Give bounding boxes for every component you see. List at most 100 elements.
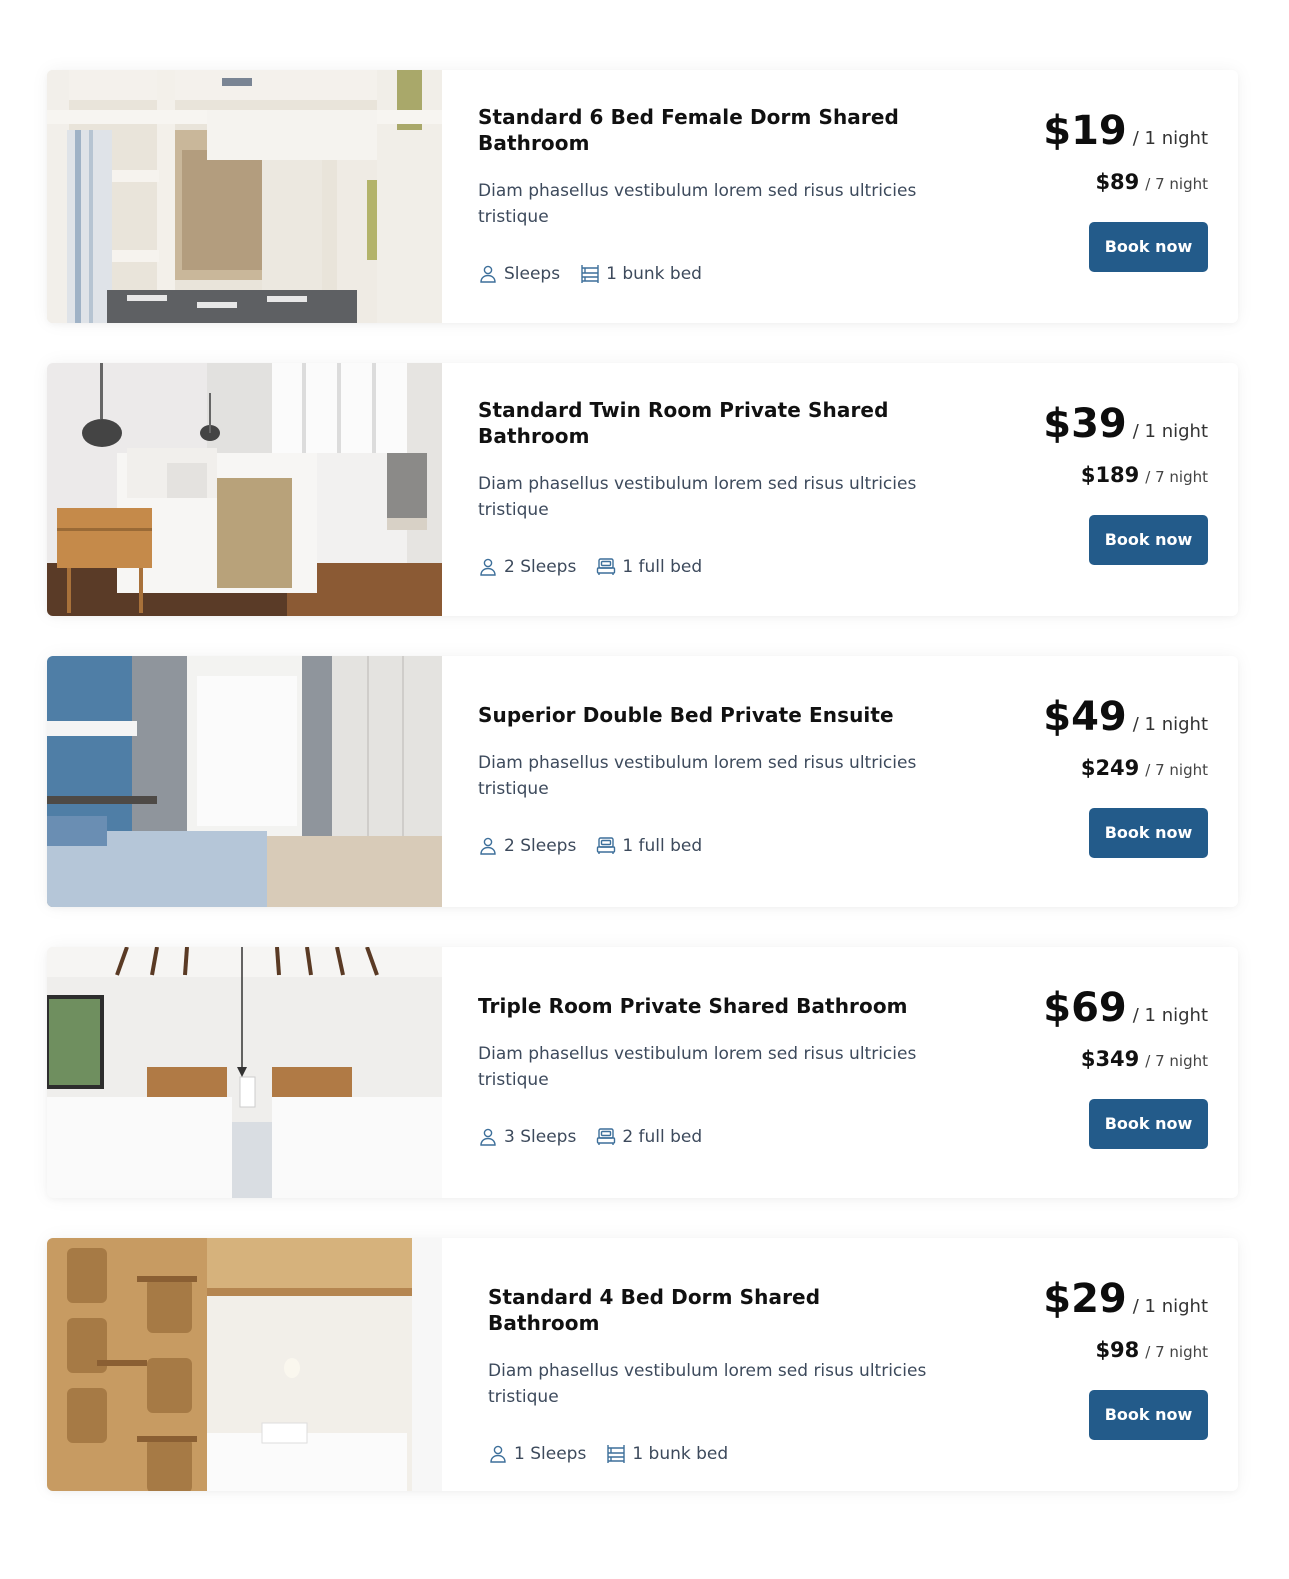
book-now-button[interactable]: Book now [1089,1390,1208,1440]
room-details: Triple Room Private Shared Bathroom Diam… [478,993,918,1147]
room-title[interactable]: Standard 4 Bed Dorm Shared Bathroom [488,1284,928,1336]
price-week: $189 [1080,463,1140,487]
sleeps-label: 1 Sleeps [514,1444,587,1464]
room-features: 2 Sleeps 1 full bed [478,557,918,577]
price-week-unit: / 7 night [1145,1343,1208,1361]
room-features: 2 Sleeps 1 full bed [478,836,918,856]
price-night-unit: / 1 night [1132,1005,1208,1026]
bed-label: 1 bunk bed [632,1444,729,1464]
room-details: Standard 6 Bed Female Dorm Shared Bathro… [478,104,918,284]
price-block: $69 / 1 night $349 / 7 night Book now [988,985,1208,1149]
price-night-unit: / 1 night [1132,128,1208,149]
bunk-bed-icon [607,1445,626,1463]
room-description: Diam phasellus vestibulum lorem sed risu… [478,753,917,799]
person-icon [480,558,496,576]
price-block: $29 / 1 night $98 / 7 night Book now [988,1276,1208,1440]
room-title[interactable]: Triple Room Private Shared Bathroom [478,993,918,1019]
room-title[interactable]: Standard 6 Bed Female Dorm Shared Bathro… [478,104,918,156]
room-photo-triple[interactable] [47,947,442,1198]
price-night-unit: / 1 night [1132,714,1208,735]
weekly-price: $189 / 7 night [988,463,1208,487]
price-week-unit: / 7 night [1145,468,1208,486]
room-photo-double[interactable] [47,656,442,907]
sleeps-label: Sleeps [504,264,561,284]
bunk-bed-icon [581,265,599,283]
sleeps-feature: 3 Sleeps [478,1127,576,1147]
full-bed-icon [597,837,616,854]
price-week-unit: / 7 night [1145,175,1208,193]
room-photo-twin[interactable] [47,363,442,616]
room-info: Standard 6 Bed Female Dorm Shared Bathro… [442,70,1238,323]
weekly-price: $98 / 7 night [988,1338,1208,1362]
room-features: 1 Sleeps 1 bunk bed [488,1444,928,1464]
book-now-button[interactable]: Book now [1089,515,1208,565]
room-card: Standard 6 Bed Female Dorm Shared Bathro… [47,70,1238,323]
price-night: $29 [1043,1276,1127,1322]
price-block: $49 / 1 night $249 / 7 night Book now [988,694,1208,858]
room-info: Standard Twin Room Private Shared Bathro… [442,363,1238,616]
price-night: $49 [1043,694,1127,740]
sleeps-label: 2 Sleeps [504,836,577,856]
room-photo-dorm-bunks[interactable] [47,70,442,323]
sleeps-label: 2 Sleeps [504,557,577,577]
room-card: Standard Twin Room Private Shared Bathro… [47,363,1238,616]
room-card: Triple Room Private Shared Bathroom Diam… [47,947,1238,1198]
price-week: $249 [1080,756,1140,780]
weekly-price: $249 / 7 night [988,756,1208,780]
room-description: Diam phasellus vestibulum lorem sed risu… [478,1044,917,1090]
book-now-button[interactable]: Book now [1089,808,1208,858]
sleeps-label: 3 Sleeps [504,1127,577,1147]
sleeps-feature: Sleeps [478,264,560,284]
room-details: Superior Double Bed Private Ensuite Diam… [478,702,918,856]
room-details: Standard Twin Room Private Shared Bathro… [478,397,918,577]
room-card: Standard 4 Bed Dorm Shared Bathroom Diam… [47,1238,1238,1491]
nightly-price: $69 / 1 night [988,985,1208,1031]
room-description: Diam phasellus vestibulum lorem sed risu… [478,474,917,520]
bed-label: 1 full bed [622,836,703,856]
nightly-price: $19 / 1 night [988,108,1208,154]
book-now-button[interactable]: Book now [1089,222,1208,272]
bed-feature: 1 full bed [596,836,702,856]
room-info: Superior Double Bed Private Ensuite Diam… [442,656,1238,907]
full-bed-icon [597,558,616,575]
price-week-unit: / 7 night [1145,761,1208,779]
room-info: Triple Room Private Shared Bathroom Diam… [442,947,1238,1198]
bed-feature: 1 bunk bed [580,264,702,284]
weekly-price: $349 / 7 night [988,1047,1208,1071]
sleeps-feature: 1 Sleeps [488,1444,586,1464]
room-card: Superior Double Bed Private Ensuite Diam… [47,656,1238,907]
book-now-button[interactable]: Book now [1089,1099,1208,1149]
price-night-unit: / 1 night [1132,1296,1208,1317]
bed-feature: 1 full bed [596,557,702,577]
room-features: 3 Sleeps 2 full bed [478,1127,918,1147]
person-icon [480,837,496,855]
bed-feature: 2 full bed [596,1127,702,1147]
price-week: $89 [1095,170,1140,194]
price-block: $19 / 1 night $89 / 7 night Book now [988,108,1208,272]
sleeps-feature: 2 Sleeps [478,836,576,856]
room-photo-dorm-wood[interactable] [47,1238,442,1491]
bed-feature: 1 bunk bed [606,1444,728,1464]
room-title[interactable]: Superior Double Bed Private Ensuite [478,702,918,728]
price-night: $19 [1043,108,1127,154]
nightly-price: $49 / 1 night [988,694,1208,740]
weekly-price: $89 / 7 night [988,170,1208,194]
full-bed-icon [597,1128,616,1145]
price-night: $39 [1043,401,1127,447]
nightly-price: $39 / 1 night [988,401,1208,447]
room-title[interactable]: Standard Twin Room Private Shared Bathro… [478,397,918,449]
nightly-price: $29 / 1 night [988,1276,1208,1322]
person-icon [490,1445,506,1463]
price-block: $39 / 1 night $189 / 7 night Book now [988,401,1208,565]
price-week: $349 [1080,1047,1140,1071]
room-description: Diam phasellus vestibulum lorem sed risu… [488,1361,927,1407]
bed-label: 2 full bed [622,1127,703,1147]
price-week: $98 [1095,1338,1140,1362]
price-night: $69 [1043,985,1127,1031]
room-features: Sleeps 1 bunk bed [478,264,918,284]
price-week-unit: / 7 night [1145,1052,1208,1070]
person-icon [480,1128,496,1146]
price-night-unit: / 1 night [1132,421,1208,442]
sleeps-feature: 2 Sleeps [478,557,576,577]
room-description: Diam phasellus vestibulum lorem sed risu… [478,181,917,227]
